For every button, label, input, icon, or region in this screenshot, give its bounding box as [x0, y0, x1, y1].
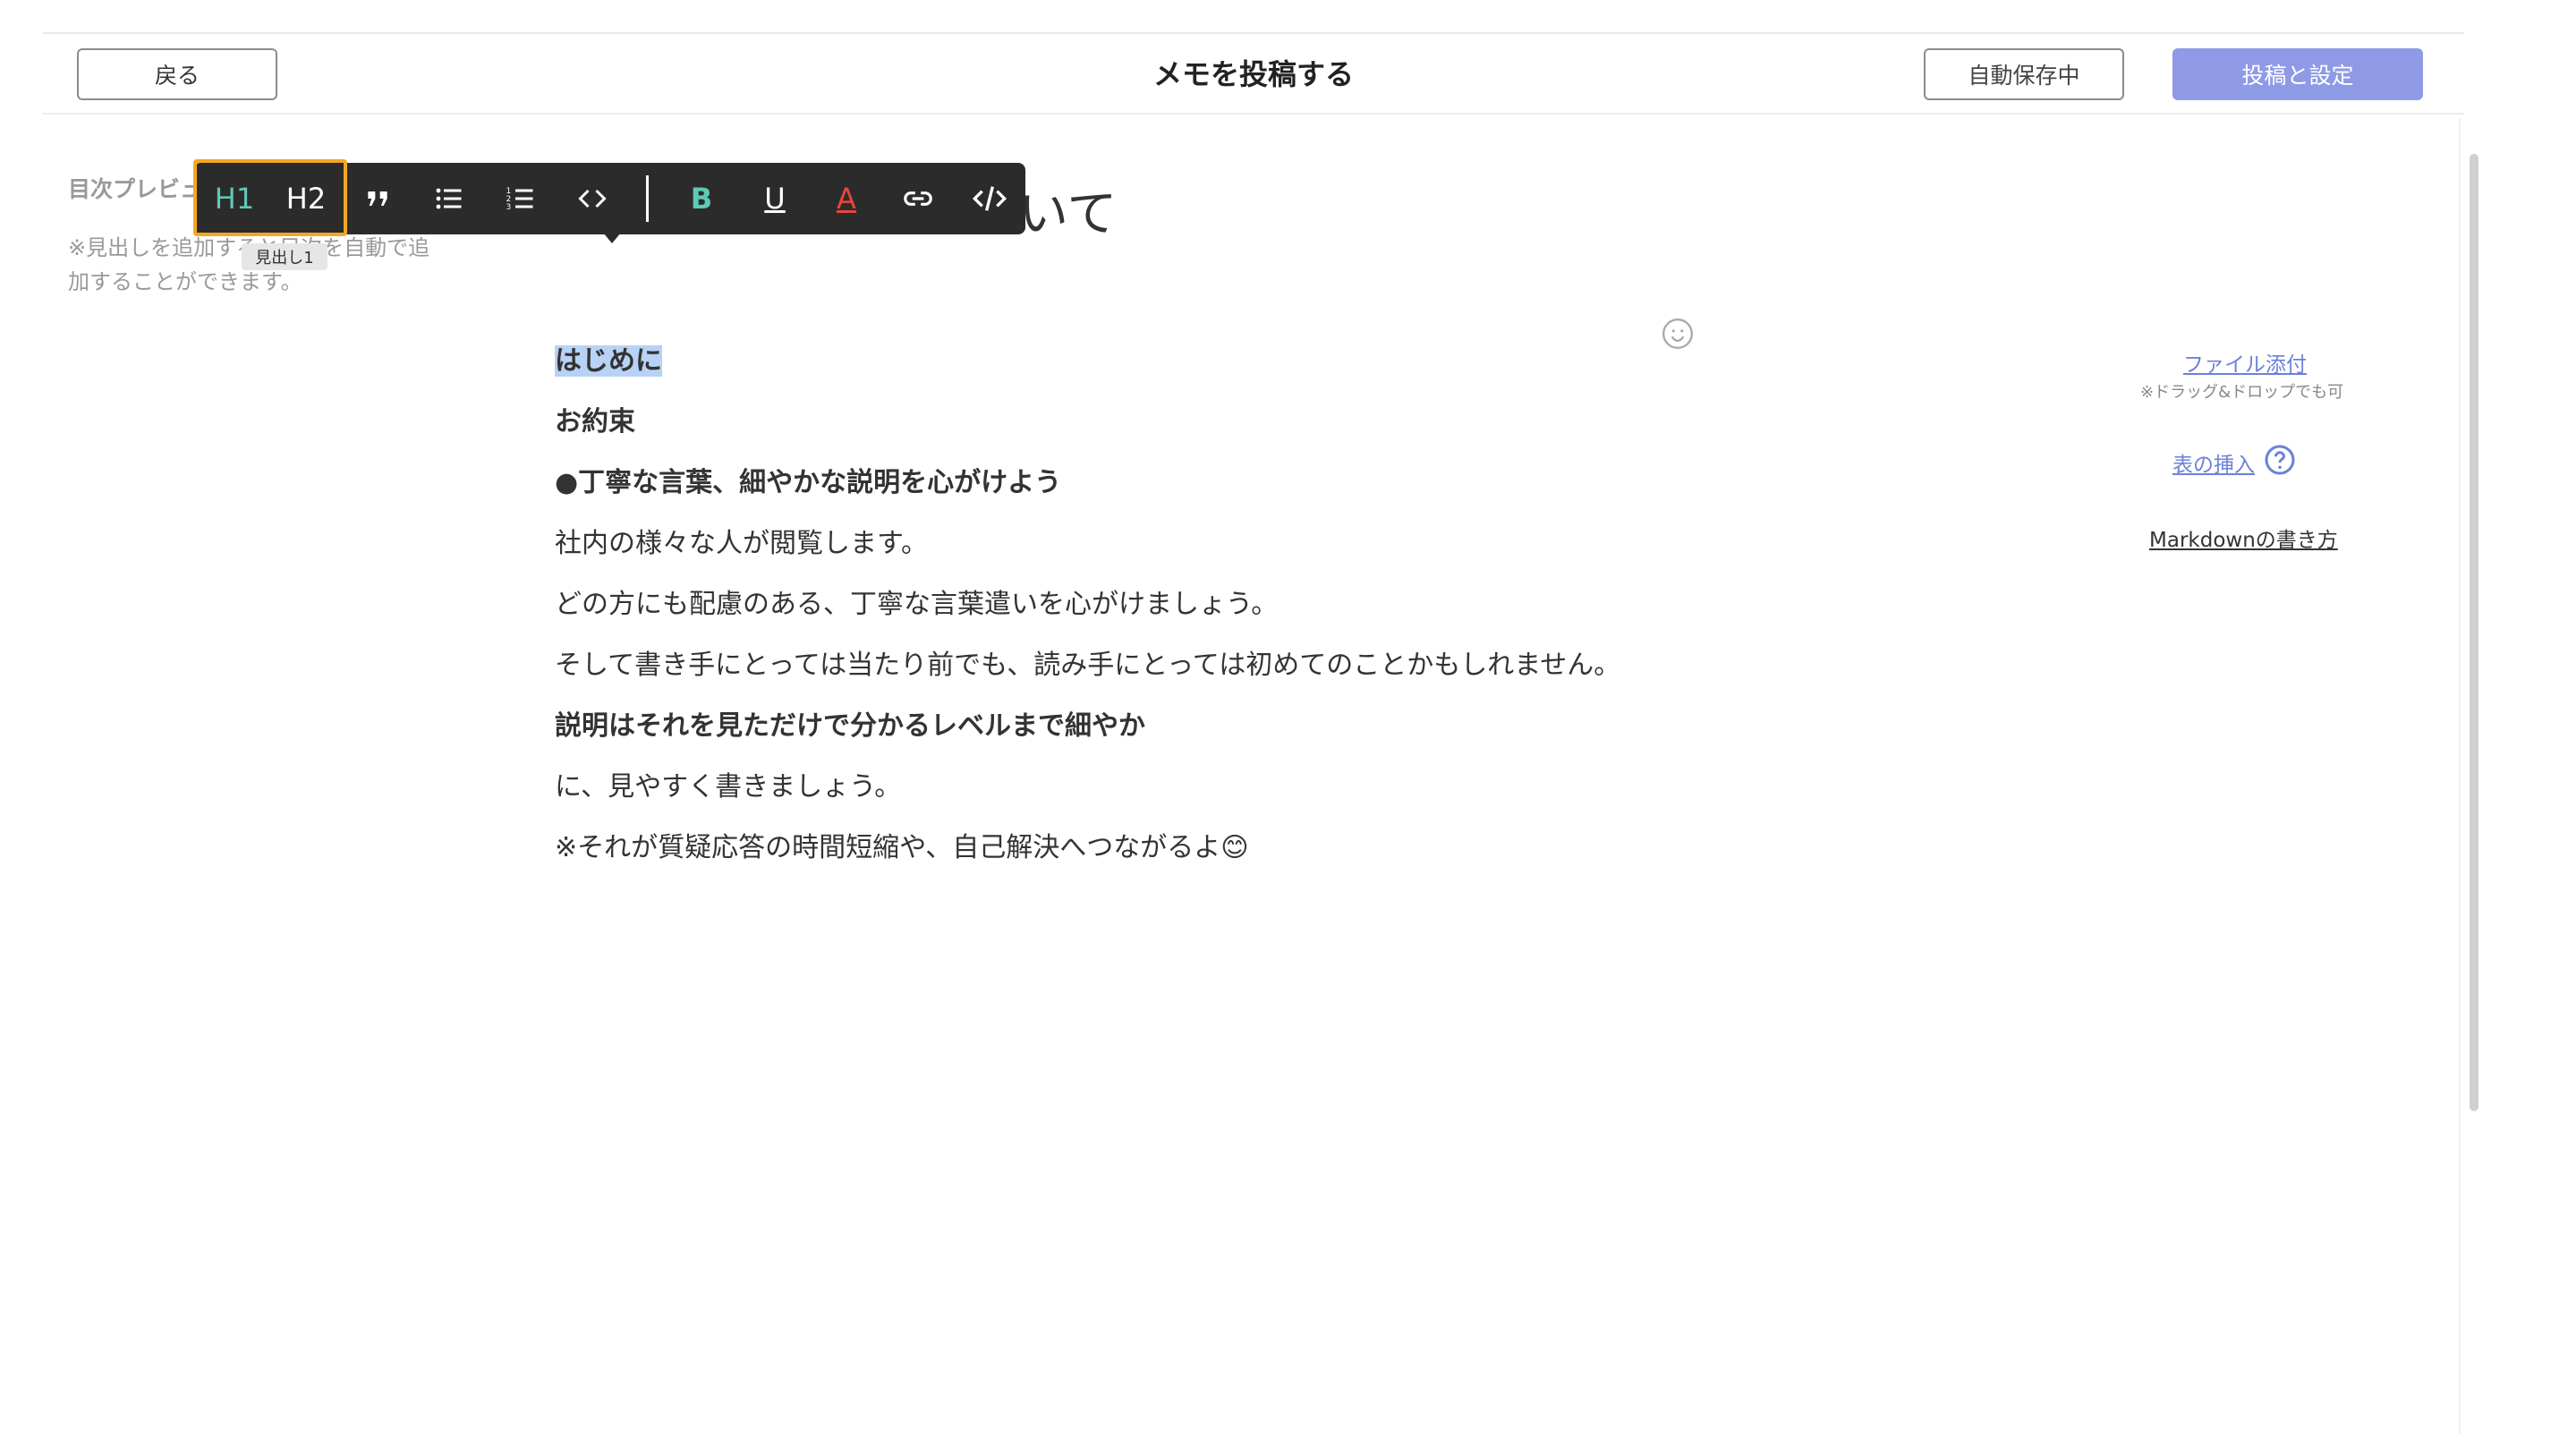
- file-attach-link[interactable]: ファイル添付: [2183, 347, 2307, 378]
- help-icon[interactable]: [2264, 444, 2296, 480]
- svg-text:3: 3: [506, 203, 512, 212]
- bullet-list-icon[interactable]: [413, 163, 485, 234]
- header: 戻る メモを投稿する 自動保存中 投稿と設定: [43, 32, 2464, 115]
- inline-code-icon[interactable]: [557, 163, 628, 234]
- line[interactable]: どの方にも配慮のある、丁寧な言葉遣いを心がけましょう。: [555, 582, 1278, 621]
- scrollbar[interactable]: [2459, 118, 2487, 1433]
- format-toolbar: H1 H2 123 B U A: [193, 159, 1025, 243]
- line-intro[interactable]: はじめに: [555, 338, 662, 378]
- autosave-button[interactable]: 自動保存中: [1924, 48, 2124, 100]
- scrollbar-thumb[interactable]: [2470, 154, 2478, 1111]
- line[interactable]: ●丁寧な言葉、細やかな説明を心がけよう: [555, 460, 1061, 499]
- underline-button[interactable]: U: [739, 163, 811, 234]
- h2-button[interactable]: H2: [270, 163, 342, 234]
- line[interactable]: 社内の様々な人が閲覧します。: [555, 521, 928, 560]
- insert-table-link[interactable]: 表の挿入: [2172, 447, 2255, 478]
- post-settings-button[interactable]: 投稿と設定: [2172, 48, 2423, 100]
- line[interactable]: に、見やすく書きましょう。: [555, 764, 901, 803]
- line[interactable]: お約束: [555, 399, 635, 438]
- line[interactable]: 説明はそれを見ただけで分かるレベルまで細やか: [555, 703, 1145, 743]
- numbered-list-icon[interactable]: 123: [485, 163, 557, 234]
- h1-button[interactable]: H1: [199, 163, 270, 234]
- emoji-picker-icon[interactable]: [1661, 317, 1695, 351]
- link-icon[interactable]: [882, 163, 954, 234]
- text-color-button[interactable]: A: [811, 163, 882, 234]
- markdown-help-link[interactable]: Markdownの書き方: [2149, 523, 2338, 553]
- editor-app: 戻る メモを投稿する 自動保存中 投稿と設定 目次プレビュー ※見出しを追加する…: [43, 32, 2478, 1433]
- selected-text: はじめに: [555, 345, 662, 377]
- file-attach-note: ※ドラッグ&ドロップでも可: [2140, 383, 2344, 402]
- toolbar-separator: [646, 175, 649, 222]
- line[interactable]: ※それが質疑応答の時間短縮や、自己解決へつながるよ😊: [555, 825, 1249, 864]
- quote-icon[interactable]: [342, 163, 413, 234]
- code-block-icon[interactable]: [954, 163, 1025, 234]
- h1-tooltip: 見出し1: [242, 243, 327, 270]
- document-title[interactable]: いて: [1018, 174, 1117, 246]
- line[interactable]: そして書き手にとっては当たり前でも、読み手にとっては初めてのことかもしれません。: [555, 642, 1620, 682]
- bold-button[interactable]: B: [666, 163, 737, 234]
